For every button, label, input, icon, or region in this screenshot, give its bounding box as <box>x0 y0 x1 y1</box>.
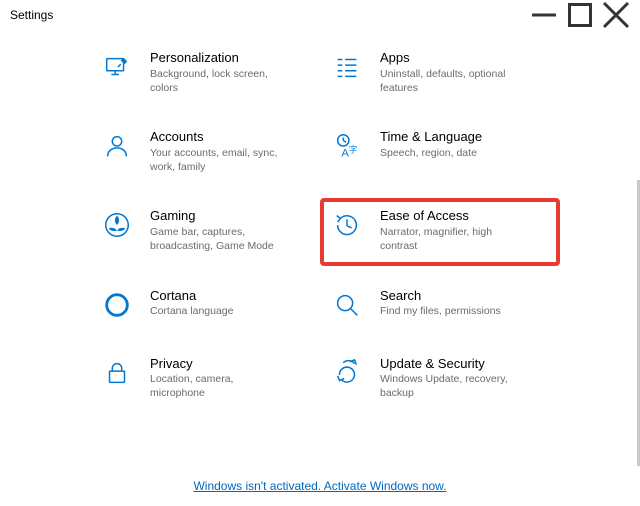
tile-title: Cortana <box>150 288 233 305</box>
tile-desc: Your accounts, email, sync, work, family <box>150 147 290 174</box>
tile-title: Apps <box>380 50 520 67</box>
tile-desc: Windows Update, recovery, backup <box>380 373 520 400</box>
tile-title: Search <box>380 288 501 305</box>
tile-desc: Background, lock screen, colors <box>150 68 290 95</box>
settings-grid: Personalization Background, lock screen,… <box>0 30 640 401</box>
tile-desc: Speech, region, date <box>380 147 482 161</box>
window-controls <box>526 2 634 28</box>
minimize-button[interactable] <box>526 2 562 28</box>
personalization-icon <box>100 50 134 84</box>
tile-title: Gaming <box>150 208 290 225</box>
tile-title: Accounts <box>150 129 290 146</box>
tile-desc: Location, camera, microphone <box>150 373 290 400</box>
accounts-icon <box>100 129 134 163</box>
close-button[interactable] <box>598 2 634 28</box>
cortana-icon <box>100 288 134 322</box>
tile-desc: Cortana language <box>150 305 233 319</box>
gaming-icon <box>100 208 134 242</box>
tile-title: Time & Language <box>380 129 482 146</box>
tile-desc: Game bar, captures, broadcasting, Game M… <box>150 226 290 253</box>
tile-personalization[interactable]: Personalization Background, lock screen,… <box>100 50 320 95</box>
tile-ease-of-access[interactable]: Ease of Access Narrator, magnifier, high… <box>330 208 550 253</box>
tile-privacy[interactable]: Privacy Location, camera, microphone <box>100 356 320 401</box>
tile-title: Personalization <box>150 50 290 67</box>
tile-desc: Narrator, magnifier, high contrast <box>380 226 520 253</box>
settings-content: Personalization Background, lock screen,… <box>0 30 640 466</box>
search-icon <box>330 288 364 322</box>
activate-windows-link[interactable]: Windows isn't activated. Activate Window… <box>193 479 446 493</box>
tile-title: Update & Security <box>380 356 520 373</box>
tile-title: Ease of Access <box>380 208 520 225</box>
tile-cortana[interactable]: Cortana Cortana language <box>100 288 320 322</box>
svg-text:字: 字 <box>349 145 357 155</box>
activation-footer: Windows isn't activated. Activate Window… <box>0 466 640 506</box>
tile-desc: Find my files, permissions <box>380 305 501 319</box>
update-security-icon <box>330 356 364 390</box>
privacy-icon <box>100 356 134 390</box>
tile-accounts[interactable]: Accounts Your accounts, email, sync, wor… <box>100 129 320 174</box>
tile-update-security[interactable]: Update & Security Windows Update, recove… <box>330 356 550 401</box>
tile-desc: Uninstall, defaults, optional features <box>380 68 520 95</box>
tile-gaming[interactable]: Gaming Game bar, captures, broadcasting,… <box>100 208 320 253</box>
window-title: Settings <box>6 8 53 22</box>
tile-time-language[interactable]: A字 Time & Language Speech, region, date <box>330 129 550 174</box>
tile-apps[interactable]: Apps Uninstall, defaults, optional featu… <box>330 50 550 95</box>
titlebar: Settings <box>0 0 640 30</box>
ease-of-access-icon <box>330 208 364 242</box>
highlight-box: Ease of Access Narrator, magnifier, high… <box>320 198 560 265</box>
time-language-icon: A字 <box>330 129 364 163</box>
tile-title: Privacy <box>150 356 290 373</box>
maximize-button[interactable] <box>562 2 598 28</box>
tile-search[interactable]: Search Find my files, permissions <box>330 288 550 322</box>
apps-icon <box>330 50 364 84</box>
